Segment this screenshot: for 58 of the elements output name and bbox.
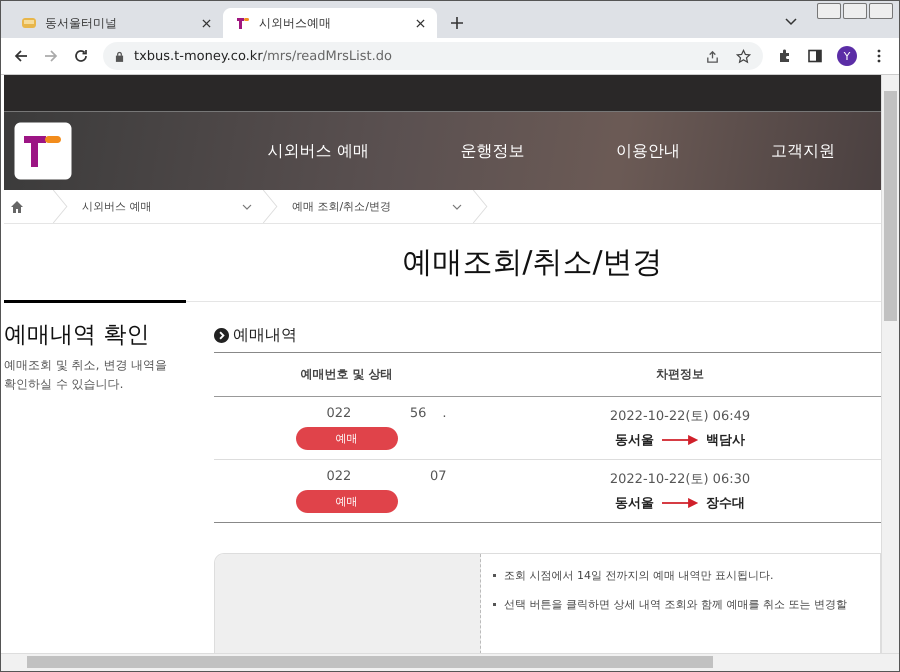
notice-text: 조회 시점에서 14일 전까지의 예매 내역만 표시됩니다. (504, 568, 774, 583)
chevron-down-icon (452, 204, 462, 210)
reload-icon[interactable] (73, 48, 89, 64)
breadcrumb-dropdown[interactable]: 시외버스 예매 (68, 199, 262, 214)
side-panel-icon[interactable] (807, 48, 823, 64)
share-icon[interactable] (705, 48, 720, 64)
nav-link[interactable]: 이용안내 (616, 140, 680, 162)
reservation-number: 022 (326, 406, 352, 421)
page-title: 예매조회/취소/변경 (4, 224, 882, 302)
status-button[interactable]: 예매 (296, 490, 398, 513)
bookmark-star-icon[interactable] (736, 48, 751, 64)
notice-text: 선택 버튼을 클릭하면 상세 내역 조회와 함께 예매를 취소 또는 변경할 (504, 597, 847, 612)
horizontal-scrollbar[interactable] (1, 653, 899, 671)
column-header: 예매번호 및 상태 (299, 366, 394, 383)
section-title: 예매내역 (233, 324, 297, 346)
nav-link[interactable]: 운행정보 (460, 140, 524, 162)
nav-link[interactable]: 시외버스 예매 (268, 140, 369, 162)
t-logo-icon (235, 15, 251, 31)
profile-avatar[interactable]: Y (837, 46, 857, 66)
sidebar-title: 예매내역 확인 (4, 321, 150, 350)
bullet-icon (493, 603, 496, 606)
arrow-icon (662, 498, 698, 508)
back-icon[interactable] (13, 48, 29, 64)
lock-icon (115, 50, 124, 62)
address-field[interactable]: txbus.t-money.co.kr/mrs/readMrsList.do (103, 42, 763, 70)
close-icon[interactable] (416, 18, 425, 28)
browser-tab[interactable]: 시외버스예매 (223, 8, 437, 38)
home-icon[interactable] (10, 200, 24, 214)
chevron-down-icon (242, 204, 252, 210)
breadcrumb-dropdown[interactable]: 예매 조회/취소/변경 (278, 199, 472, 214)
new-tab-icon[interactable] (451, 17, 463, 29)
t-logo-icon[interactable] (14, 122, 72, 180)
browser-tab[interactable]: 동서울터미널 (9, 8, 223, 38)
column-header: 차편정보 (655, 366, 705, 383)
reservation-number: . (442, 406, 446, 421)
tab-title: 동서울터미널 (45, 14, 118, 32)
bullet-icon (493, 574, 496, 577)
destination-terminal: 백담사 (706, 432, 745, 449)
window-controls-icon[interactable] (817, 3, 893, 19)
tab-list-icon[interactable] (785, 18, 797, 26)
tab-title: 시외버스예매 (259, 14, 332, 32)
status-button[interactable]: 예매 (296, 427, 398, 450)
bus-favicon-icon (21, 15, 37, 31)
url-text: txbus.t-money.co.kr/mrs/readMrsList.do (134, 48, 392, 64)
origin-terminal: 동서울 (615, 432, 654, 449)
close-icon[interactable] (202, 18, 211, 28)
nav-link[interactable]: 고객지원 (771, 140, 836, 162)
departure-datetime: 2022-10-22(토) 06:30 (610, 471, 750, 488)
sidebar-description: 예매조회 및 취소, 변경 내역을 확인하실 수 있습니다. (4, 357, 168, 393)
reservation-number: 07 (430, 469, 446, 484)
reservation-number: 022 (326, 469, 352, 484)
chevron-circle-icon (214, 328, 229, 342)
origin-terminal: 동서울 (615, 495, 654, 512)
vertical-scrollbar[interactable] (881, 75, 899, 653)
arrow-icon (662, 435, 698, 445)
destination-terminal: 장수대 (706, 495, 745, 512)
reservation-number: 56 (410, 406, 426, 421)
departure-datetime: 2022-10-22(토) 06:49 (610, 408, 750, 425)
